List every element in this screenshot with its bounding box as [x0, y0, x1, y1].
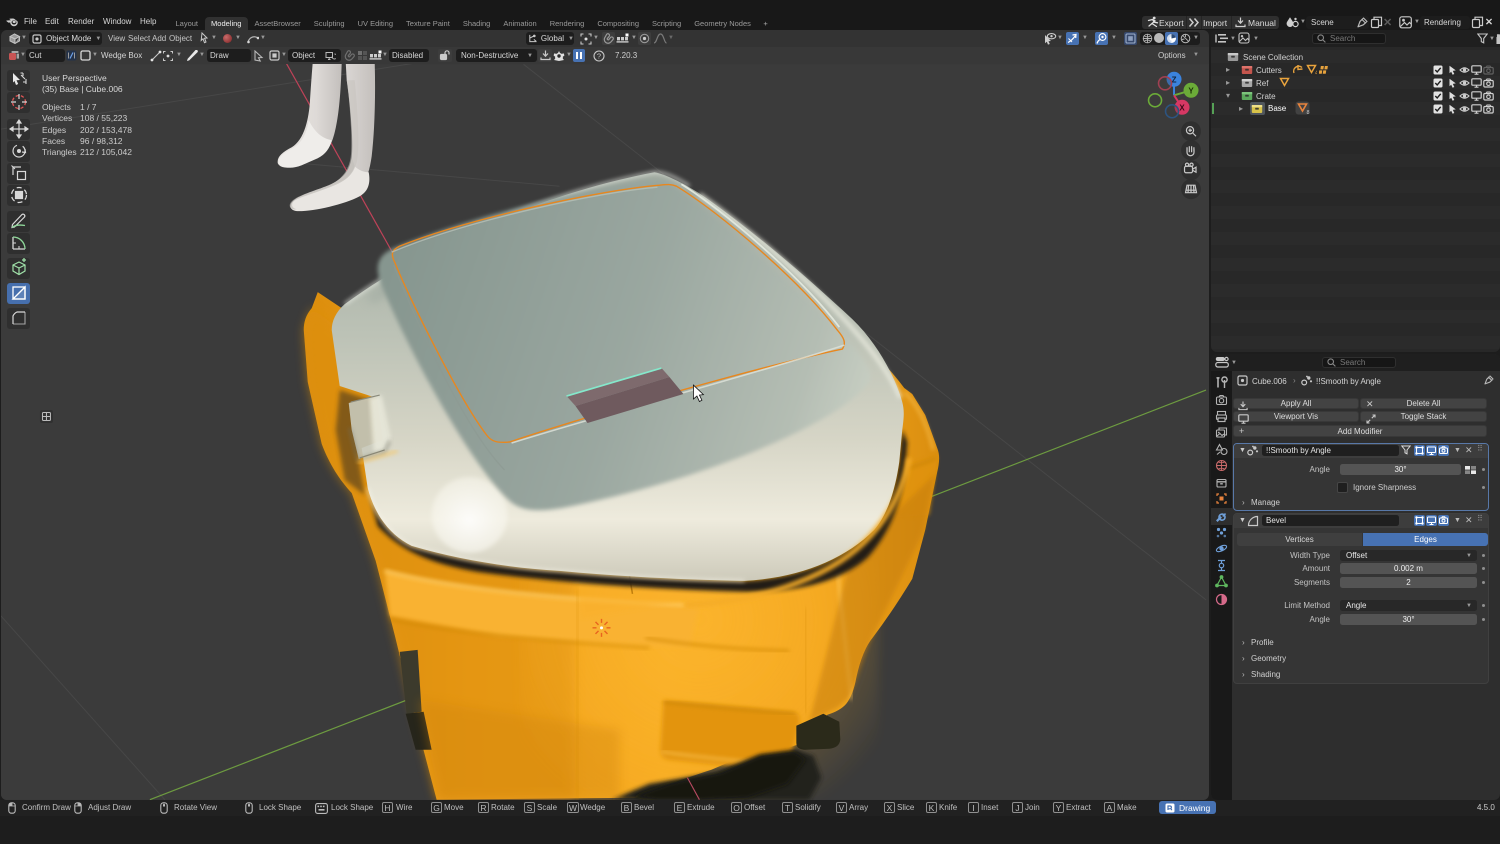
svg-text:?: ?: [597, 52, 601, 61]
svg-text:8: 8: [1307, 110, 1310, 115]
svg-text:X: X: [1179, 103, 1185, 112]
svg-text:Z: Z: [1172, 75, 1177, 84]
svg-text:4: 4: [1315, 71, 1317, 76]
svg-text:Y: Y: [1188, 86, 1194, 95]
